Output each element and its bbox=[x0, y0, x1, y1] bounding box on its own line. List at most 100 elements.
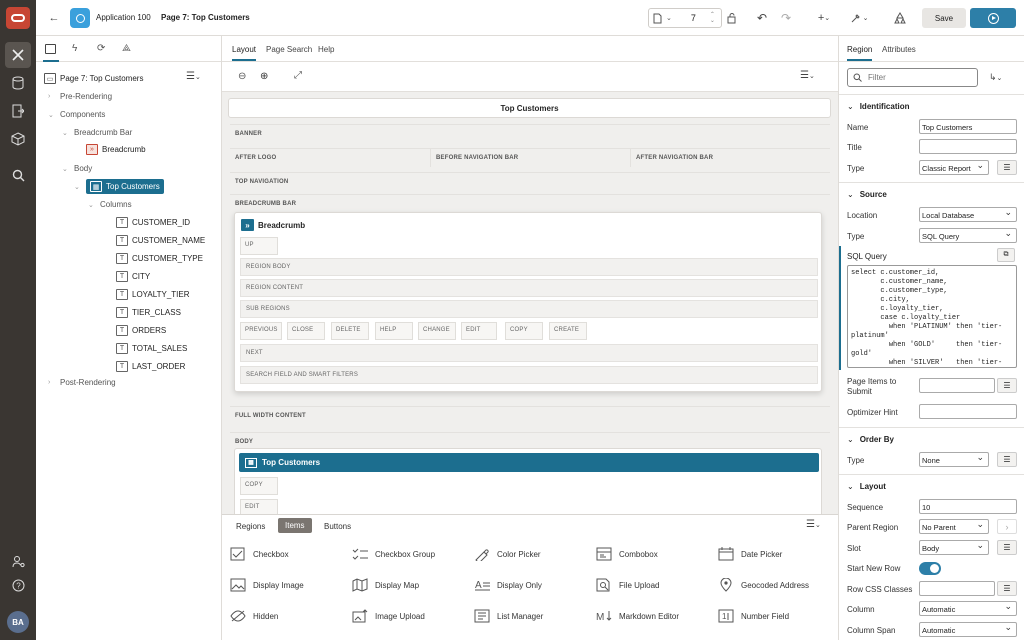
gallery-item-hidden[interactable]: Hidden bbox=[230, 609, 278, 623]
list-picker-icon[interactable]: ☰ bbox=[997, 378, 1017, 393]
breadcrumb-region[interactable]: » Breadcrumb UP REGION BODY REGION CONTE… bbox=[234, 212, 822, 392]
zoom-out-icon[interactable]: ⊖ bbox=[238, 71, 246, 82]
gallery-item-display-only[interactable]: A Display Only bbox=[474, 578, 542, 592]
tree-page-root[interactable]: ▭ Page 7: Top Customers bbox=[44, 73, 143, 84]
list-picker-icon[interactable]: ☰ bbox=[997, 160, 1017, 175]
sequence-field[interactable]: 10 bbox=[919, 499, 1017, 514]
database-icon[interactable] bbox=[5, 70, 31, 96]
page-title-bar[interactable]: Top Customers bbox=[228, 98, 831, 118]
section-layout[interactable]: ⌄ Layout bbox=[839, 474, 1024, 496]
row-css-field[interactable] bbox=[919, 581, 995, 596]
position-copy[interactable]: COPY bbox=[505, 322, 543, 340]
save-button[interactable]: Save bbox=[922, 8, 966, 28]
position-edit[interactable]: EDIT bbox=[461, 322, 497, 340]
tree-column[interactable]: T CUSTOMER_TYPE bbox=[116, 253, 203, 264]
tab-rendering-icon[interactable] bbox=[45, 44, 56, 54]
sql-query-editor[interactable]: select c.customer_id, c.customer_name, c… bbox=[847, 265, 1017, 368]
order-type-select[interactable]: None bbox=[919, 452, 989, 467]
app-name-link[interactable]: Application 100 bbox=[96, 13, 151, 22]
expand-icon[interactable]: ⤢ bbox=[294, 70, 302, 81]
tree-column[interactable]: T LAST_ORDER bbox=[116, 361, 185, 372]
chevron-right-icon[interactable]: › bbox=[997, 519, 1017, 534]
gallery-item-combobox[interactable]: Combobox bbox=[596, 547, 658, 561]
gallery-tab-items[interactable]: Items bbox=[278, 518, 312, 533]
tree-body[interactable]: ⌄ Body bbox=[62, 164, 92, 173]
parent-region-select[interactable]: No Parent bbox=[919, 519, 989, 534]
filter-input[interactable] bbox=[868, 73, 968, 82]
gallery-item-number-field[interactable]: 1 Number Field bbox=[718, 609, 789, 623]
help-icon[interactable]: ? bbox=[5, 572, 31, 598]
shared-components-icon[interactable] bbox=[892, 8, 908, 28]
tab-page-search[interactable]: Page Search bbox=[266, 45, 312, 54]
slot-top-nav[interactable]: TOP NAVIGATION bbox=[230, 172, 830, 191]
gallery-tab-regions[interactable]: Regions bbox=[236, 522, 265, 531]
gallery-tab-buttons[interactable]: Buttons bbox=[324, 522, 351, 531]
position-close[interactable]: CLOSE bbox=[287, 322, 325, 340]
gallery-item-image-upload[interactable]: Image Upload bbox=[352, 609, 425, 623]
code-editor-icon[interactable]: ⧉ bbox=[997, 248, 1015, 262]
name-field[interactable]: Top Customers bbox=[919, 119, 1017, 134]
position-sub-regions[interactable]: SUB REGIONS bbox=[240, 300, 818, 318]
tree-components[interactable]: ⌄ Components bbox=[48, 110, 105, 119]
list-picker-icon[interactable]: ☰ bbox=[997, 452, 1017, 467]
position-copy[interactable]: COPY bbox=[240, 477, 278, 495]
avatar[interactable]: BA bbox=[7, 611, 29, 633]
tab-help[interactable]: Help bbox=[318, 45, 334, 54]
position-next[interactable]: NEXT bbox=[240, 344, 818, 362]
gallery-item-file-upload[interactable]: File Upload bbox=[596, 578, 659, 592]
position-region-body[interactable]: REGION BODY bbox=[240, 258, 818, 276]
position-create[interactable]: CREATE bbox=[549, 322, 587, 340]
tab-layout[interactable]: Layout bbox=[232, 45, 257, 61]
run-button[interactable] bbox=[970, 8, 1016, 28]
slot-full-width-content[interactable]: FULL WIDTH CONTENT bbox=[230, 406, 830, 425]
section-order-by[interactable]: ⌄ Order By bbox=[839, 427, 1024, 449]
source-type-select[interactable]: SQL Query bbox=[919, 228, 1017, 243]
gallery-item-color-picker[interactable]: Color Picker bbox=[474, 547, 541, 561]
utilities-icon[interactable]: ⌄ bbox=[848, 8, 870, 28]
gallery-menu-icon[interactable]: ☰⌄ bbox=[806, 519, 821, 530]
gallery-item-date-picker[interactable]: Date Picker bbox=[718, 547, 782, 561]
page-number-input[interactable]: 7 bbox=[691, 13, 696, 23]
back-arrow-icon[interactable]: ← bbox=[46, 8, 62, 28]
user-settings-icon[interactable] bbox=[5, 548, 31, 574]
start-new-row-toggle[interactable] bbox=[919, 562, 941, 575]
gallery-item-checkbox[interactable]: Checkbox bbox=[230, 547, 289, 561]
app-builder-icon[interactable] bbox=[5, 42, 31, 68]
package-icon[interactable] bbox=[5, 126, 31, 152]
slot-before-nav[interactable]: BEFORE NAVIGATION BAR bbox=[430, 148, 630, 167]
redo-icon[interactable]: ↷ bbox=[778, 8, 794, 28]
column-select[interactable]: Automatic bbox=[919, 601, 1017, 616]
section-source[interactable]: ⌄ Source bbox=[839, 182, 1024, 204]
gallery-item-checkbox-group[interactable]: Checkbox Group bbox=[352, 547, 435, 561]
position-up[interactable]: UP bbox=[240, 237, 278, 255]
search-icon[interactable] bbox=[5, 162, 31, 188]
zoom-in-icon[interactable]: ⊕ bbox=[260, 71, 268, 82]
slot-select[interactable]: Body bbox=[919, 540, 989, 555]
lock-icon[interactable] bbox=[724, 8, 740, 28]
position-region-content[interactable]: REGION CONTENT bbox=[240, 279, 818, 297]
tree-column[interactable]: T LOYALTY_TIER bbox=[116, 289, 190, 300]
position-change[interactable]: CHANGE bbox=[418, 322, 456, 340]
tree-breadcrumb[interactable]: » Breadcrumb bbox=[86, 144, 146, 155]
tree-column[interactable]: T CUSTOMER_NAME bbox=[116, 235, 205, 246]
position-previous[interactable]: PREVIOUS bbox=[240, 322, 282, 340]
page-selector[interactable]: ⌄ 7 ⌃ ⌄ bbox=[648, 8, 722, 28]
list-picker-icon[interactable]: ☰ bbox=[997, 540, 1017, 555]
location-select[interactable]: Local Database bbox=[919, 207, 1017, 222]
section-identification[interactable]: ⌄ Identification bbox=[839, 94, 1024, 116]
create-menu-icon[interactable]: + ⌄ bbox=[812, 8, 836, 28]
tree-menu-icon[interactable]: ☰⌄ bbox=[186, 71, 201, 82]
tree-post-rendering[interactable]: › Post-Rendering bbox=[48, 378, 116, 387]
gallery-item-markdown-editor[interactable]: M Markdown Editor bbox=[596, 609, 679, 623]
tree-breadcrumb-bar[interactable]: ⌄ Breadcrumb Bar bbox=[62, 128, 132, 137]
slot-after-nav[interactable]: AFTER NAVIGATION BAR bbox=[630, 148, 830, 167]
tree-column[interactable]: T TOTAL_SALES bbox=[116, 343, 187, 354]
app-icon[interactable] bbox=[70, 8, 90, 28]
list-picker-icon[interactable]: ☰ bbox=[997, 581, 1017, 596]
tab-attributes[interactable]: Attributes bbox=[882, 45, 916, 54]
position-delete[interactable]: DELETE bbox=[331, 322, 369, 340]
oracle-logo[interactable] bbox=[6, 7, 30, 29]
position-edit[interactable]: EDIT bbox=[240, 499, 278, 514]
tree-pre-rendering[interactable]: › Pre-Rendering bbox=[48, 92, 112, 101]
undo-icon[interactable]: ↶ bbox=[754, 8, 770, 28]
